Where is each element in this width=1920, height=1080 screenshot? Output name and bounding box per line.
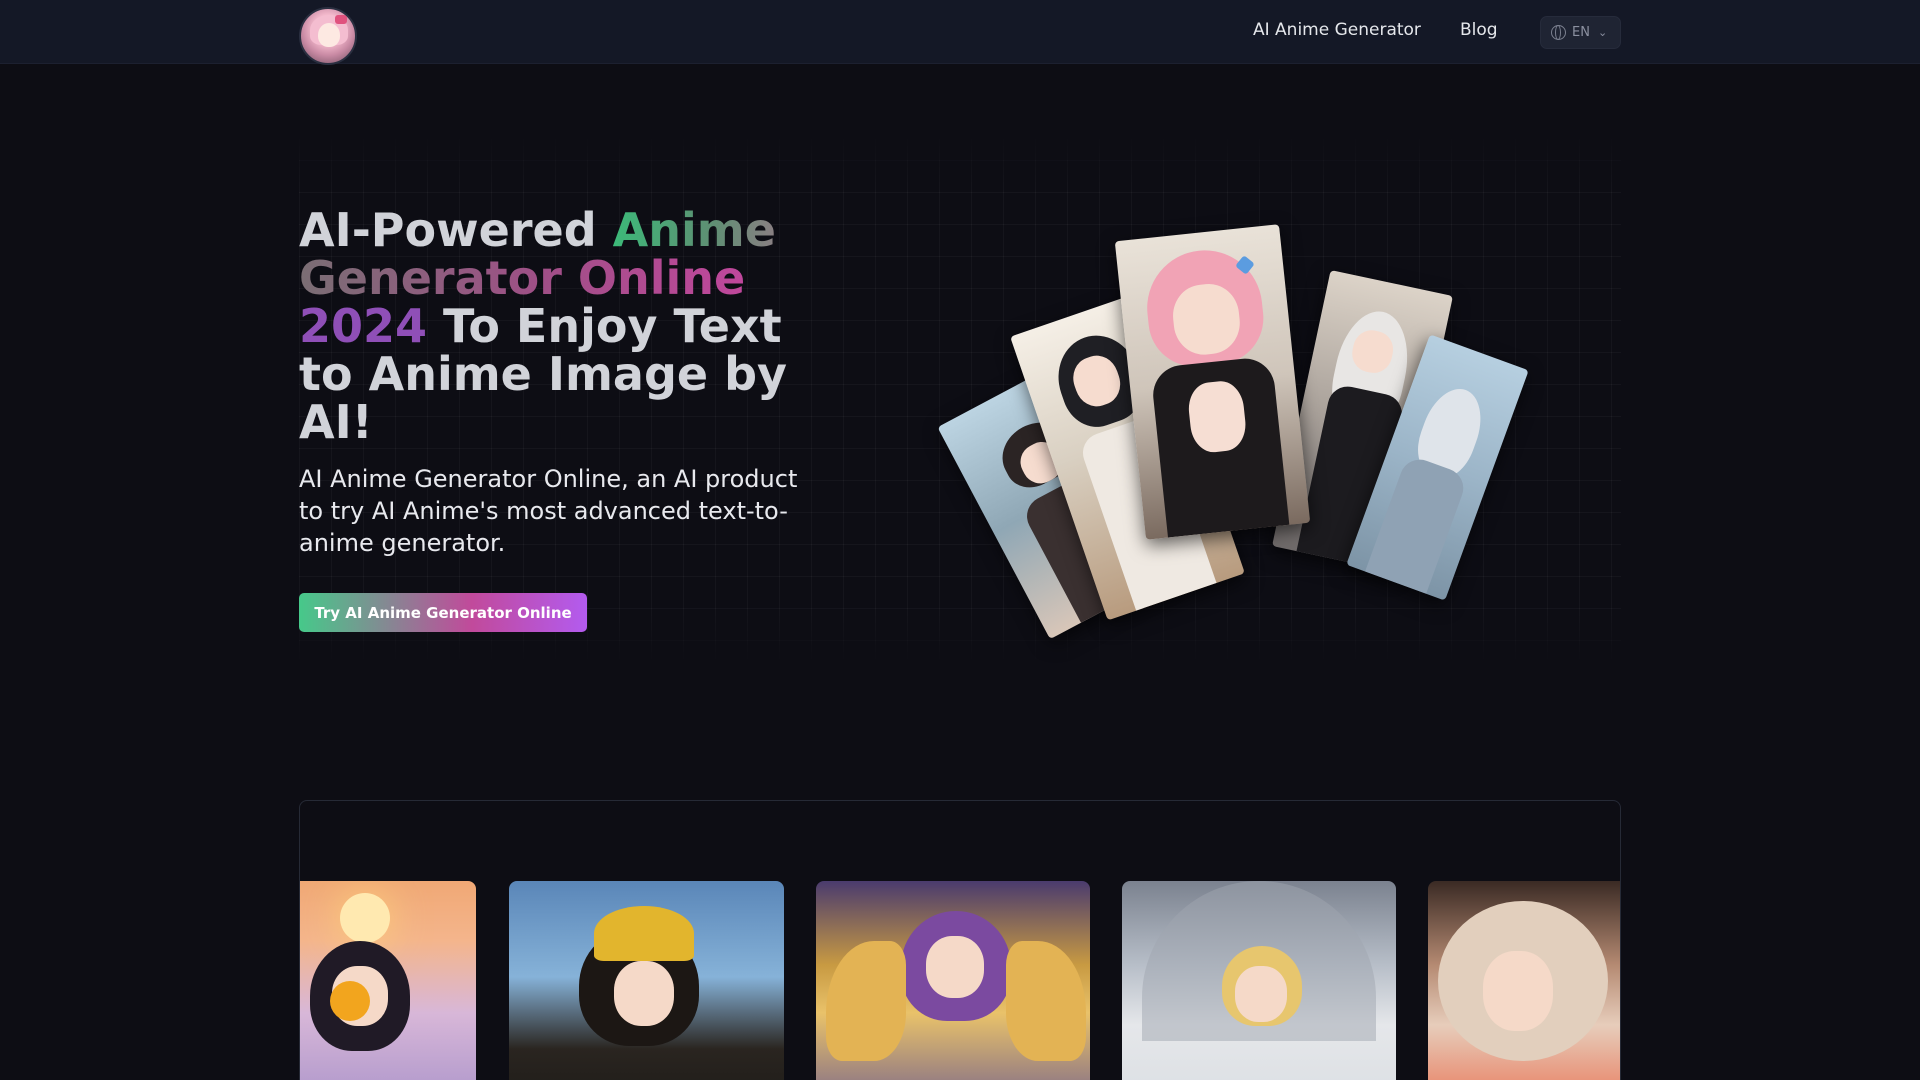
nav-link-ai-anime-generator[interactable]: AI Anime Generator	[1253, 20, 1421, 40]
gallery-image-1[interactable]	[300, 881, 476, 1080]
gallery-image-3-face	[926, 936, 984, 998]
gallery-image-2-face	[614, 961, 674, 1026]
top-navbar: AI Anime Generator Blog EN ⌄	[0, 0, 1920, 65]
fan-card-3	[1114, 224, 1311, 540]
hero-title-highlight-anime: Anime	[612, 203, 776, 257]
logo-face	[318, 23, 340, 47]
site-logo[interactable]	[299, 7, 357, 65]
hero-subtitle: AI Anime Generator Online, an AI product…	[299, 465, 798, 557]
hero-title-highlight-generator: Generator Online	[299, 251, 746, 305]
language-label: EN	[1572, 25, 1590, 40]
gallery-image-2[interactable]	[509, 881, 784, 1080]
globe-icon	[1551, 24, 1566, 40]
gallery-image-3-wing-left	[826, 941, 906, 1061]
try-generator-button[interactable]: Try AI Anime Generator Online	[299, 593, 587, 632]
chevron-down-icon: ⌄	[1597, 26, 1608, 39]
gallery-carousel	[299, 800, 1621, 1080]
gallery-image-5[interactable]	[1428, 881, 1620, 1080]
hero-title-highlight-year: 2024	[299, 299, 428, 353]
hero-title-part1: AI-Powered	[299, 203, 613, 257]
gallery-image-3[interactable]	[816, 881, 1090, 1080]
gallery-image-5-face	[1483, 951, 1553, 1031]
gallery-image-4-face	[1235, 966, 1287, 1022]
nav-link-blog[interactable]: Blog	[1460, 20, 1498, 40]
gallery-image-3-wing-right	[1006, 941, 1086, 1061]
gallery-image-1-sunflower	[330, 981, 370, 1021]
gallery-image-2-beanie	[594, 906, 694, 961]
gallery-image-1-sun	[340, 893, 390, 943]
hero-title: AI-Powered Anime Generator Online 2024 To …	[299, 206, 839, 446]
gallery-image-4[interactable]	[1122, 881, 1396, 1080]
logo-bow	[335, 15, 347, 24]
fan-card-5-body	[1365, 454, 1469, 594]
language-selector[interactable]: EN ⌄	[1540, 16, 1621, 49]
